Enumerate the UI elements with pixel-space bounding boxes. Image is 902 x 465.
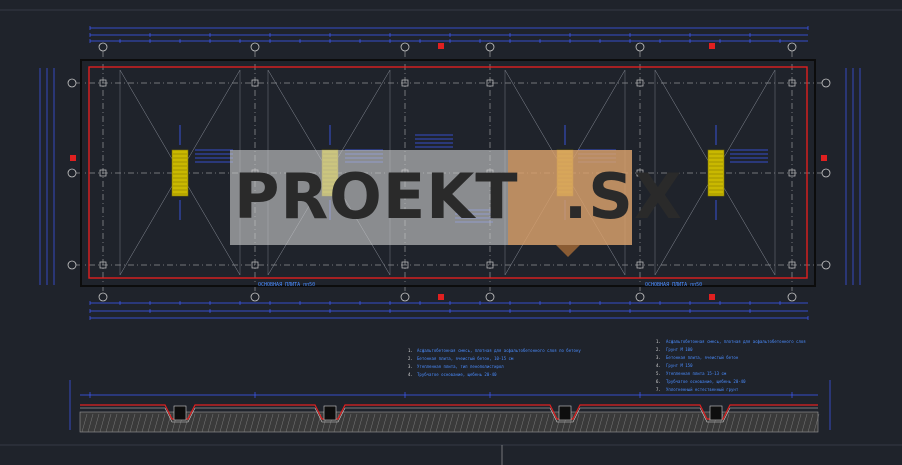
note-right-number: 5. — [656, 371, 661, 376]
drain-section — [709, 405, 723, 421]
axis-bubble — [400, 292, 410, 302]
drain-section — [323, 405, 337, 421]
note-right-number: 4. — [656, 363, 661, 368]
axis-bubble — [250, 292, 260, 302]
axis-bubble — [98, 292, 108, 302]
axis-bubble — [67, 168, 77, 178]
axis-bubble — [67, 260, 77, 270]
note-right-number: 7. — [656, 387, 661, 392]
axis-bubble — [787, 292, 797, 302]
drain-section — [558, 405, 572, 421]
note-left-number: 1. — [408, 348, 413, 353]
drain-channel — [171, 149, 189, 197]
note-right-text: Утепленная плита 15-13 см — [666, 371, 727, 376]
watermark: PROEKT .SX — [230, 150, 682, 257]
axis-bubble — [98, 42, 108, 52]
axis-bubble — [821, 168, 831, 178]
note-right-number: 2. — [656, 347, 661, 352]
note-left-text: Асфальтобетонная смесь, плотная для асфа… — [417, 348, 581, 353]
note-right-number: 3. — [656, 355, 661, 360]
section-marker — [438, 294, 444, 300]
note-right-text: Трубчатое основание, щебень 20-40 — [666, 379, 746, 384]
note-left-number: 3. — [408, 364, 413, 369]
note-left-text: Бетонная плита, ячеистый бетон, 10-15 см — [417, 356, 514, 361]
section-marker — [70, 155, 76, 161]
axis-bubble — [635, 292, 645, 302]
axis-bubble — [250, 42, 260, 52]
axis-bubble — [821, 78, 831, 88]
note-right-number: 1. — [656, 339, 661, 344]
note-right-text: Грунт М 150 — [666, 363, 693, 368]
plan-label-right: ОСНОВНАЯ ПЛИТА пп50 — [645, 282, 703, 288]
note-right-text: Грунт М 100 — [666, 347, 693, 352]
section-marker — [821, 155, 827, 161]
axis-bubble — [635, 42, 645, 52]
section-marker — [709, 294, 715, 300]
note-right-number: 6. — [656, 379, 661, 384]
note-right-text: Уплотненный естественный грунт — [666, 387, 739, 392]
note-right-text: Бетонная плита, ячеистый бетон — [666, 355, 739, 360]
section-marker — [438, 43, 444, 49]
note-left-number: 4. — [408, 372, 413, 377]
watermark-text: PROEKT .SX — [234, 160, 683, 233]
note-left-number: 2. — [408, 356, 413, 361]
note-right-text: Асфальтобетонная смесь, плотная для асфа… — [666, 339, 806, 344]
axis-bubble — [485, 292, 495, 302]
section-marker — [709, 43, 715, 49]
plan-label-left: ОСНОВНАЯ ПЛИТА пп50 — [258, 282, 316, 288]
watermark-logo-pin — [556, 245, 580, 257]
note-left-text: Трубчатое основание, щебень 20-40 — [417, 372, 497, 377]
note-left-text: Утепленная плита, тип пенополистирол — [417, 364, 504, 369]
drain-section — [173, 405, 187, 421]
axis-bubble — [400, 42, 410, 52]
axis-bubble — [67, 78, 77, 88]
axis-bubble — [485, 42, 495, 52]
drain-channel — [707, 149, 725, 197]
axis-bubble — [821, 260, 831, 270]
drawing-canvas[interactable]: 1. Асфальтобетонная смесь, плотная для ас… — [0, 0, 902, 465]
axis-bubble — [787, 42, 797, 52]
